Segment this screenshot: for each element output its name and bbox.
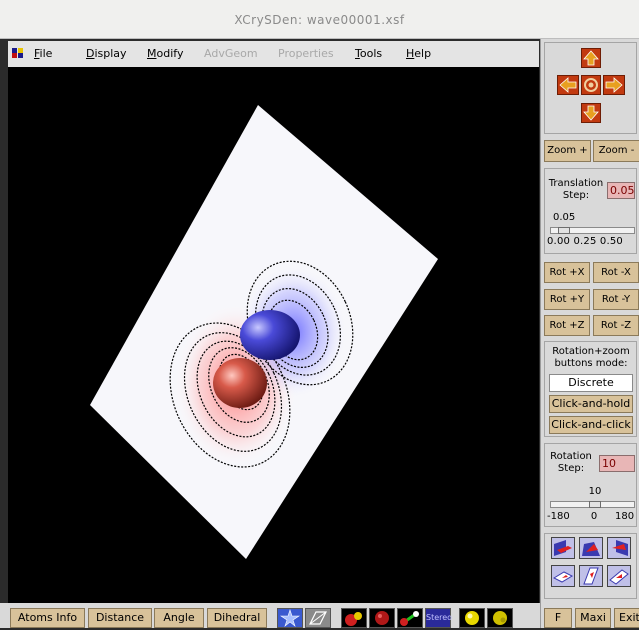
rot-plus-z-button[interactable]: Rot +Z: [544, 315, 590, 336]
rotation-mode-label: Rotation+zoom buttons mode:: [552, 346, 630, 369]
f-button[interactable]: F: [544, 608, 572, 628]
menu-modify[interactable]: Modify: [147, 47, 183, 60]
display-icons-box: [544, 533, 637, 599]
arrow-up-icon[interactable]: [581, 48, 601, 68]
plane-view-3-icon[interactable]: [607, 565, 631, 587]
translation-slider[interactable]: [550, 227, 635, 234]
stereo-button[interactable]: Stereo: [425, 608, 452, 628]
rotation-slider[interactable]: [550, 501, 635, 508]
zoom-in-button[interactable]: Zoom +: [544, 140, 591, 162]
window-title: XCrySDen: wave00001.xsf: [234, 13, 405, 27]
rotation-step-input[interactable]: 10: [599, 455, 635, 472]
rot-minus-y-button[interactable]: Rot -Y: [593, 289, 639, 310]
navigation-box: [544, 42, 637, 134]
menu-tools[interactable]: Tools: [355, 47, 382, 60]
negative-lobe: [213, 358, 267, 408]
3d-viewport[interactable]: [8, 67, 539, 603]
zoom-out-button[interactable]: Zoom -: [593, 140, 639, 162]
translation-box: Translation Step: 0.05 0.05 0.00 0.25 0.…: [544, 168, 637, 254]
menu-file[interactable]: File: [34, 47, 52, 60]
control-panel: Zoom + Zoom - Translation Step: 0.05 0.0…: [540, 39, 639, 628]
lighting-on-icon[interactable]: [459, 608, 485, 628]
rotation-slider-value: 10: [588, 486, 602, 497]
menu-advgeom[interactable]: AdvGeom: [204, 47, 258, 60]
wireframe-cell-icon[interactable]: [305, 608, 331, 628]
reset-center-icon[interactable]: [581, 75, 601, 95]
rot-plus-y-button[interactable]: Rot +Y: [544, 289, 590, 310]
window-titlebar: XCrySDen: wave00001.xsf: [0, 0, 639, 39]
arrow-right-icon[interactable]: [603, 75, 625, 95]
rotation-mode-box: Rotation+zoom buttons mode: Discrete Cli…: [544, 341, 637, 437]
menu-properties[interactable]: Properties: [278, 47, 334, 60]
rot-minus-x-button[interactable]: Rot -X: [593, 262, 639, 283]
distance-button[interactable]: Distance: [88, 608, 152, 628]
rotation-slider-min: -180: [547, 511, 570, 522]
space-fill-icon[interactable]: [369, 608, 395, 628]
plane-view-1-icon[interactable]: [551, 565, 575, 587]
rotation-slider-mid: 0: [590, 511, 598, 522]
translation-slider-ticks: 0.00 0.25 0.50: [547, 236, 623, 247]
menu-display[interactable]: Display: [86, 47, 127, 60]
menu-bar: File Display Modify AdvGeom Properties T…: [8, 41, 539, 67]
translation-slider-knob[interactable]: [558, 227, 570, 234]
rotation-slider-max: 180: [615, 511, 635, 522]
pipe-ball-icon[interactable]: [397, 608, 423, 628]
atoms-info-button[interactable]: Atoms Info: [10, 608, 85, 628]
bottom-toolbar: Atoms Info Distance Angle Dihedral Stere…: [0, 603, 540, 628]
app-logo-icon: [12, 48, 23, 58]
arrow-down-icon[interactable]: [581, 103, 601, 123]
crystal-star-icon[interactable]: [277, 608, 303, 628]
exit-button[interactable]: Exit: [614, 608, 639, 628]
angle-button[interactable]: Angle: [154, 608, 204, 628]
view-xy-icon[interactable]: [551, 537, 575, 559]
menu-help[interactable]: Help: [406, 47, 431, 60]
arrow-left-icon[interactable]: [557, 75, 579, 95]
wavefunction-render: [90, 105, 438, 559]
plane-view-2-icon[interactable]: [579, 565, 603, 587]
ball-stick-icon[interactable]: [341, 608, 367, 628]
rotation-step-box: Rotation Step: 10 10 -180 0 180: [544, 443, 637, 527]
rot-minus-z-button[interactable]: Rot -Z: [593, 315, 639, 336]
rotation-slider-knob[interactable]: [589, 501, 601, 508]
lighting-off-icon[interactable]: [487, 608, 513, 628]
view-xz-icon[interactable]: [579, 537, 603, 559]
view-yz-icon[interactable]: [607, 537, 631, 559]
click-and-click-button[interactable]: Click-and-click: [549, 416, 633, 434]
discrete-mode-button[interactable]: Discrete: [549, 374, 633, 392]
positive-lobe: [240, 310, 300, 360]
maxi-button[interactable]: Maxi: [575, 608, 611, 628]
rot-plus-x-button[interactable]: Rot +X: [544, 262, 590, 283]
translation-slider-value: 0.05: [553, 212, 576, 223]
translation-step-label: Translation Step:: [548, 178, 604, 201]
rotation-step-label: Rotation Step:: [550, 451, 592, 474]
dihedral-button[interactable]: Dihedral: [207, 608, 267, 628]
click-and-hold-button[interactable]: Click-and-hold: [549, 395, 633, 413]
translation-step-input[interactable]: 0.05: [607, 182, 635, 199]
